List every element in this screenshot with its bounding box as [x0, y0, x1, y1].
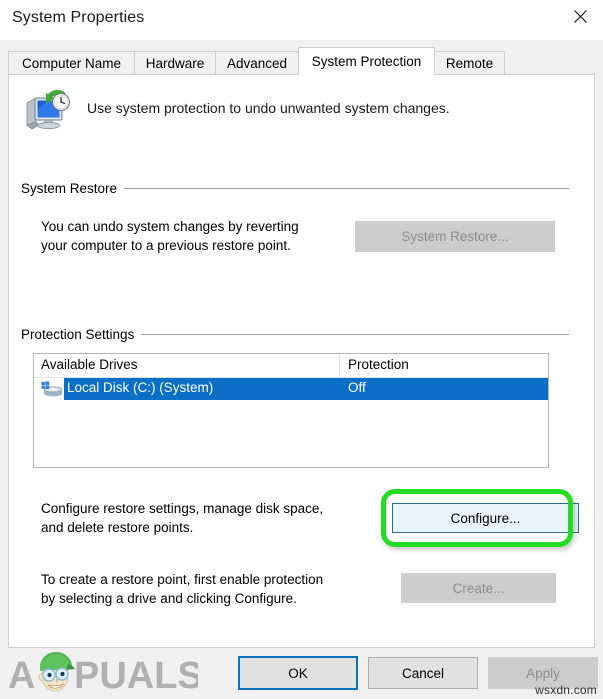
- cancel-button-label: Cancel: [402, 666, 444, 681]
- tab-label: Computer Name: [22, 56, 121, 71]
- create-button[interactable]: Create...: [401, 573, 556, 603]
- title-bar: System Properties: [0, 0, 603, 40]
- ok-button-label: OK: [288, 666, 308, 681]
- configure-description-line2: and delete restore points.: [41, 518, 381, 537]
- protection-settings-group-header: Protection Settings: [21, 327, 569, 342]
- cancel-button[interactable]: Cancel: [368, 657, 478, 689]
- create-description: To create a restore point, first enable …: [41, 570, 391, 608]
- drive-list-header: Available Drives Protection: [34, 354, 548, 378]
- tab-hardware[interactable]: Hardware: [134, 51, 216, 75]
- available-drives-list[interactable]: Available Drives Protection: [33, 353, 549, 468]
- wsxdn-watermark: wsxdn.com: [535, 683, 597, 697]
- table-row[interactable]: Local Disk (C:) (System) Off: [34, 378, 548, 400]
- tab-system-protection[interactable]: System Protection: [298, 47, 435, 75]
- protection-settings-group-label: Protection Settings: [21, 327, 141, 342]
- system-restore-group-header: System Restore: [21, 181, 569, 196]
- hard-disk-icon: [41, 381, 63, 398]
- configure-button[interactable]: Configure...: [392, 503, 579, 533]
- tab-strip: Computer Name Hardware Advanced System P…: [8, 48, 595, 75]
- apply-button-label: Apply: [526, 666, 560, 681]
- create-description-line2: by selecting a drive and clicking Config…: [41, 589, 391, 608]
- tab-remote[interactable]: Remote: [434, 51, 505, 75]
- svg-text:A: A: [8, 655, 35, 696]
- group-divider: [141, 334, 569, 335]
- tab-label: Hardware: [146, 56, 205, 71]
- system-restore-button[interactable]: System Restore...: [355, 221, 555, 252]
- appuals-watermark-logo: A PUALS: [8, 651, 198, 696]
- ok-button[interactable]: OK: [238, 656, 358, 690]
- column-header-drives: Available Drives: [41, 357, 138, 372]
- tab-label: Remote: [446, 56, 493, 71]
- system-restore-button-label: System Restore...: [401, 229, 508, 244]
- system-restore-group-label: System Restore: [21, 181, 124, 196]
- group-divider: [124, 188, 569, 189]
- drive-name-cell: Local Disk (C:) (System): [67, 380, 213, 395]
- tab-label: Advanced: [227, 56, 287, 71]
- system-restore-description-line1: You can undo system changes by reverting: [41, 217, 341, 236]
- close-icon[interactable]: [557, 0, 603, 32]
- svg-text:PUALS: PUALS: [74, 655, 198, 696]
- configure-description-line1: Configure restore settings, manage disk …: [41, 499, 381, 518]
- system-restore-description-line2: your computer to a previous restore poin…: [41, 236, 341, 255]
- column-divider: [339, 354, 340, 377]
- drive-protection-cell: Off: [348, 380, 366, 395]
- create-description-line1: To create a restore point, first enable …: [41, 570, 391, 589]
- tab-advanced[interactable]: Advanced: [215, 51, 299, 75]
- system-restore-description: You can undo system changes by reverting…: [41, 217, 341, 255]
- system-protection-panel: Use system protection to undo unwanted s…: [8, 74, 595, 648]
- window-title: System Properties: [12, 9, 144, 27]
- column-header-protection: Protection: [348, 357, 409, 372]
- system-protection-icon: [23, 89, 71, 133]
- panel-header: Use system protection to undo unwanted s…: [17, 87, 577, 135]
- tab-computer-name[interactable]: Computer Name: [8, 51, 135, 75]
- create-button-label: Create...: [453, 581, 505, 596]
- tab-label: System Protection: [312, 54, 422, 69]
- configure-description: Configure restore settings, manage disk …: [41, 499, 381, 537]
- panel-header-text: Use system protection to undo unwanted s…: [87, 100, 450, 116]
- configure-button-label: Configure...: [451, 511, 521, 526]
